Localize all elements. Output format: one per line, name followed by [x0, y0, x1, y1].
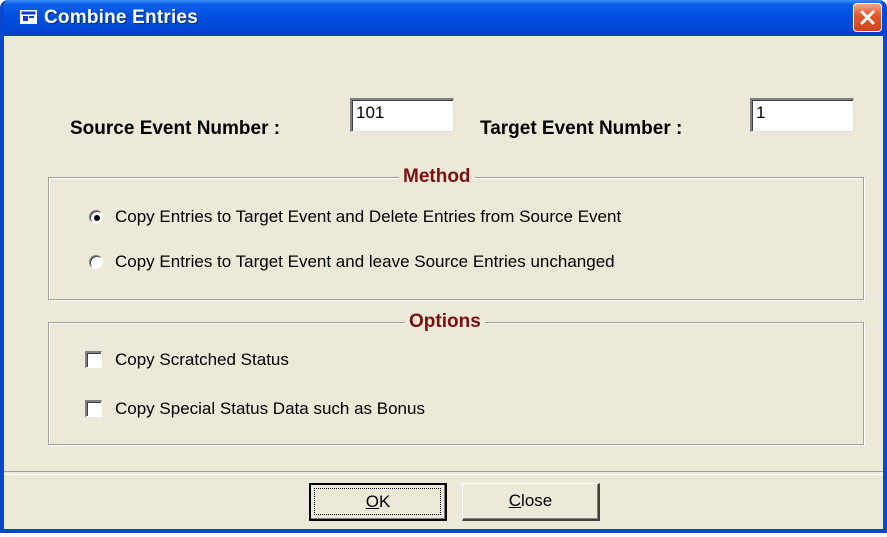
source-event-input[interactable]: 101 [350, 98, 454, 132]
checkbox-box[interactable] [85, 400, 102, 417]
close-button[interactable]: Close [462, 483, 600, 521]
method-option-label[interactable]: Copy Entries to Target Event and leave S… [115, 252, 615, 272]
combine-entries-dialog: Combine Entries Source Event Number : 10… [0, 0, 887, 533]
options-group: Options Copy Scratched Status Copy Speci… [48, 310, 864, 445]
options-group-title: Options [405, 310, 485, 334]
window-app-icon [20, 10, 37, 24]
checkbox-box[interactable] [85, 351, 102, 368]
close-label-rest: lose [521, 491, 553, 510]
title-bar[interactable]: Combine Entries [4, 0, 883, 36]
window-title: Combine Entries [44, 7, 198, 28]
focus-rectangle [314, 488, 441, 515]
close-icon [860, 10, 875, 25]
button-bar-separator [4, 471, 883, 475]
method-group: Method Copy Entries to Target Event and … [48, 165, 864, 300]
radio-button[interactable] [89, 255, 103, 269]
target-event-label: Target Event Number : [480, 118, 683, 139]
close-window-button[interactable] [853, 3, 882, 32]
checkbox-label[interactable]: Copy Scratched Status [115, 350, 289, 370]
radio-selected-dot [94, 215, 100, 221]
source-event-label: Source Event Number : [70, 118, 281, 139]
method-group-title: Method [399, 165, 475, 189]
method-option-label[interactable]: Copy Entries to Target Event and Delete … [115, 207, 621, 227]
checkbox-label[interactable]: Copy Special Status Data such as Bonus [115, 399, 425, 419]
radio-button[interactable] [89, 210, 103, 224]
close-mnemonic: C [508, 491, 522, 510]
target-event-input[interactable]: 1 [750, 98, 854, 132]
ok-button[interactable]: OK [309, 483, 447, 521]
